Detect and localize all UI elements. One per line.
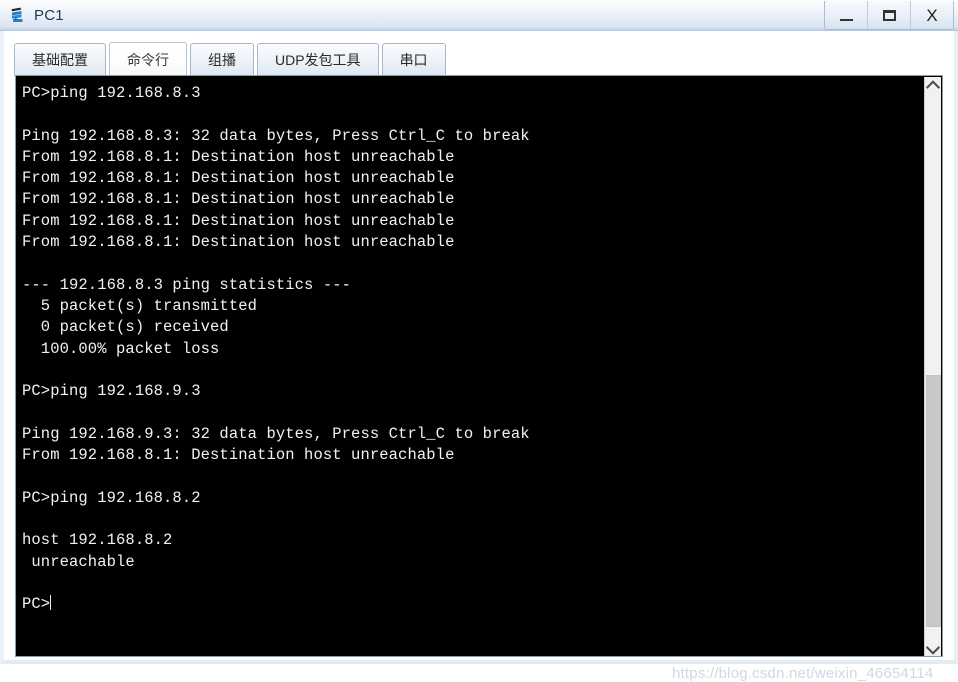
tab-multicast[interactable]: 组播 <box>190 43 254 76</box>
console-panel[interactable]: PC>ping 192.168.8.3 Ping 192.168.8.3: 32… <box>15 75 943 657</box>
chevron-down-icon <box>925 640 941 655</box>
close-button[interactable]: X <box>911 1 953 29</box>
tab-bar: 基础配置 命令行 组播 UDP发包工具 串口 <box>14 40 446 76</box>
tab-label: 基础配置 <box>32 52 88 68</box>
window-body: 基础配置 命令行 组播 UDP发包工具 串口 PC>ping 192.168.8… <box>0 31 958 682</box>
console-caret <box>50 595 52 611</box>
window-title: PC1 <box>34 6 64 24</box>
title-bar-left: PC1 <box>9 0 64 30</box>
tab-basic-config[interactable]: 基础配置 <box>14 43 106 76</box>
tab-label: 串口 <box>399 52 428 68</box>
console-scrollbar[interactable] <box>924 77 941 656</box>
tab-label: 命令行 <box>127 51 169 68</box>
minimize-icon <box>839 18 853 21</box>
minimize-button[interactable] <box>825 1 868 29</box>
tab-udp-tool[interactable]: UDP发包工具 <box>257 43 379 76</box>
tab-serial-port[interactable]: 串口 <box>381 43 446 76</box>
scroll-down-button[interactable] <box>925 640 941 656</box>
watermark-text: https://blog.csdn.net/weixin_46654114 <box>672 665 934 682</box>
chevron-up-icon <box>925 79 941 94</box>
pc1-window: PC1 X 基础配置 命令行 组播 UDP发包工具 串口 PC>ping 192… <box>0 0 958 682</box>
scroll-up-button[interactable] <box>925 77 941 94</box>
maximize-button[interactable] <box>868 1 911 29</box>
console-output: PC>ping 192.168.8.3 Ping 192.168.8.3: 32… <box>22 84 530 614</box>
tab-command-line[interactable]: 命令行 <box>109 42 187 76</box>
window-controls: X <box>824 1 954 30</box>
maximize-icon <box>882 9 896 21</box>
title-bar: PC1 X <box>0 0 958 31</box>
scrollbar-thumb[interactable] <box>926 375 941 627</box>
tab-label: 组播 <box>208 52 236 68</box>
close-icon: X <box>926 5 938 25</box>
tab-label: UDP发包工具 <box>275 52 361 68</box>
pc-host-icon <box>9 6 28 25</box>
